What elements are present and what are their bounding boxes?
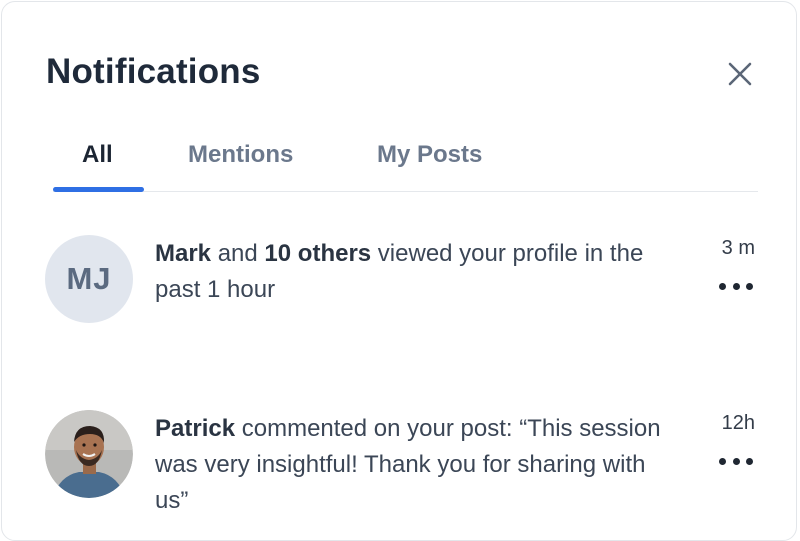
dot xyxy=(746,282,753,290)
actor-name: Mark xyxy=(155,240,212,267)
avatar: MJ xyxy=(45,235,133,323)
close-icon xyxy=(728,62,752,86)
tab-mentions[interactable]: Mentions xyxy=(188,142,293,168)
actor-name: Patrick xyxy=(155,415,236,442)
connector-text: and xyxy=(211,240,265,267)
more-options-button[interactable] xyxy=(719,279,753,293)
tab-all[interactable]: All xyxy=(82,142,113,168)
dot xyxy=(732,457,740,465)
close-button[interactable] xyxy=(724,58,756,90)
notifications-panel: Notifications All Mentions My Posts MJ M… xyxy=(1,1,797,541)
tab-my-posts[interactable]: My Posts xyxy=(377,142,482,168)
dot xyxy=(746,457,753,465)
timestamp: 12h xyxy=(721,412,755,434)
more-dots-icon xyxy=(719,457,726,465)
others-count: 10 others xyxy=(264,240,372,267)
tab-bar: All Mentions My Posts xyxy=(53,132,758,192)
timestamp: 3 m xyxy=(721,237,755,259)
notification-text: Patrick commented on your post: “This se… xyxy=(155,411,675,519)
more-options-button[interactable] xyxy=(719,454,753,468)
dot xyxy=(732,282,740,290)
active-tab-indicator xyxy=(53,187,144,192)
panel-title: Notifications xyxy=(46,52,261,91)
notification-item[interactable]: MJ Mark and 10 others viewed your profil… xyxy=(45,235,757,335)
more-dots-icon xyxy=(719,282,726,290)
user-photo-avatar xyxy=(45,410,133,498)
notification-text: Mark and 10 others viewed your profile i… xyxy=(155,236,675,308)
avatar xyxy=(45,410,133,498)
notification-item[interactable]: Patrick commented on your post: “This se… xyxy=(45,410,757,530)
